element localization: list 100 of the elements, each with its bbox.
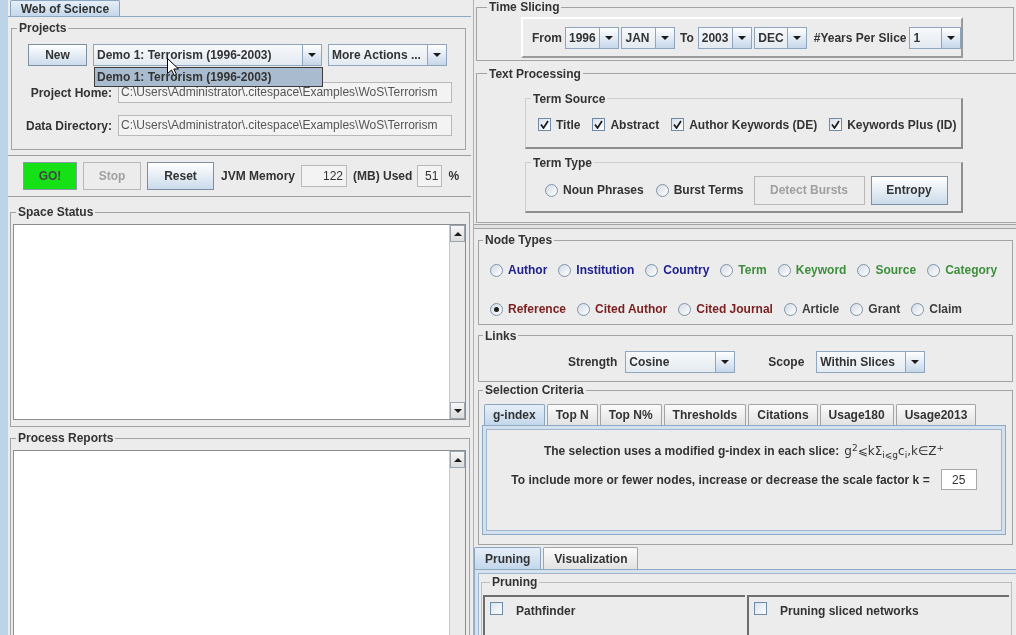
- tab[interactable]: Visualization: [543, 547, 639, 569]
- checkbox[interactable]: [538, 118, 551, 132]
- arrow-up-icon: [453, 457, 462, 462]
- checkbox[interactable]: [754, 602, 767, 615]
- checkmark-icon: [594, 120, 604, 130]
- scroll-up-button[interactable]: [450, 225, 465, 242]
- memory-field[interactable]: 122: [301, 165, 348, 187]
- radio-label[interactable]: Country: [663, 261, 710, 280]
- caret-icon: [308, 53, 316, 57]
- caret-icon: [605, 35, 614, 40]
- caret-icon: [792, 35, 801, 40]
- scale-factor-field[interactable]: 25: [940, 469, 977, 491]
- scale-factor-label: To include more or fewer nodes, increase or decrease the scale factor k =: [511, 471, 930, 489]
- radio-label[interactable]: Claim: [929, 300, 962, 319]
- field-label: From: [532, 29, 562, 47]
- field-label: %: [448, 168, 460, 185]
- caret-icon: [738, 35, 747, 40]
- radio-button[interactable]: [927, 263, 941, 277]
- years-per-slice-dropdown[interactable]: 1: [909, 26, 961, 49]
- radio-button[interactable]: [558, 263, 572, 277]
- arrow-down-icon: [453, 408, 462, 413]
- usage-field[interactable]: 51: [417, 165, 443, 187]
- vertical-scrollbar[interactable]: [449, 451, 465, 635]
- month-dropdown[interactable]: DEC: [754, 26, 807, 49]
- checkbox-label[interactable]: Title: [556, 115, 581, 134]
- radio-label[interactable]: Noun Phrases: [563, 181, 644, 200]
- caret-icon: [947, 35, 955, 40]
- checkmark-icon: [831, 120, 841, 130]
- radio-label[interactable]: Grant: [868, 300, 901, 319]
- radio-button[interactable]: [678, 302, 692, 316]
- radio-button[interactable]: [911, 302, 925, 316]
- tab[interactable]: Web of Science: [10, 0, 120, 16]
- radio-button[interactable]: [720, 263, 734, 277]
- radio-button[interactable]: [490, 263, 503, 277]
- group-title: Process Reports: [17, 431, 115, 445]
- radio-button[interactable]: [490, 302, 503, 316]
- dropdown-option[interactable]: Demo 1: Terrorism (1996-2003): [95, 68, 322, 86]
- entropy-button[interactable]: Entropy: [870, 175, 948, 205]
- tab[interactable]: Pruning: [474, 547, 542, 569]
- radio-button[interactable]: [777, 263, 791, 277]
- field-label: (MB) Used: [353, 168, 413, 185]
- vertical-scrollbar[interactable]: [449, 225, 465, 419]
- radio-button[interactable]: [783, 302, 797, 316]
- checkbox-label[interactable]: Pruning sliced networks: [780, 602, 919, 620]
- field-label: Data Directory:: [24, 117, 112, 135]
- radio-label[interactable]: Cited Author: [595, 300, 668, 319]
- year-dropdown[interactable]: 2003: [697, 26, 753, 49]
- selection-rule-text: The selection uses a modified g-index in each slice:: [543, 443, 840, 461]
- checkbox-label[interactable]: Pathfinder: [516, 602, 576, 620]
- radio-label[interactable]: Cited Journal: [696, 300, 773, 319]
- radio-button[interactable]: [577, 302, 591, 316]
- strength-dropdown[interactable]: Cosine: [625, 350, 736, 373]
- checkbox[interactable]: [490, 602, 503, 615]
- tab[interactable]: Usage180: [819, 404, 894, 426]
- radio-button[interactable]: [857, 263, 871, 277]
- field-label: JVM Memory: [221, 168, 296, 185]
- field-label: Strength: [568, 353, 618, 371]
- checkmark-icon: [540, 120, 549, 130]
- radio-button[interactable]: [545, 183, 558, 197]
- tab[interactable]: Top N%: [599, 404, 662, 426]
- caret-icon: [433, 53, 441, 57]
- tab[interactable]: Citations: [748, 404, 818, 426]
- scroll-up-button[interactable]: [450, 451, 465, 468]
- checkbox[interactable]: [592, 118, 606, 132]
- go-button[interactable]: GO!: [23, 162, 77, 190]
- radio-label[interactable]: Article: [801, 300, 840, 319]
- scope-dropdown[interactable]: Within Slices: [816, 350, 926, 373]
- radio-button[interactable]: [850, 302, 864, 316]
- formula-text: g$^{2}$⩽kΣ$_{i⩽g}$c$_{i}$,k∈Z$^{+}$: [844, 442, 945, 461]
- project-dropdown[interactable]: Demo 1: Terrorism (1996-2003): [93, 44, 322, 66]
- tab[interactable]: g-index: [484, 404, 545, 426]
- radio-label[interactable]: Reference: [508, 300, 567, 319]
- group-title: Projects: [18, 21, 68, 35]
- group-title: Text Processing: [488, 66, 582, 81]
- more-actions-dropdown[interactable]: More Actions ...: [328, 44, 447, 66]
- checkbox[interactable]: [829, 118, 843, 132]
- checkbox-label[interactable]: Author Keywords (DE): [689, 115, 818, 134]
- group-title: Pruning: [491, 575, 539, 589]
- year-dropdown[interactable]: 1996: [565, 26, 620, 49]
- checkbox-label[interactable]: Keywords Plus (ID): [847, 115, 957, 134]
- checkmark-icon: [673, 120, 683, 130]
- path-field[interactable]: C:\Users\Administrator\.citespace\Examples\WoS\Terrorism: [118, 115, 452, 136]
- radio-button[interactable]: [645, 263, 659, 277]
- month-dropdown[interactable]: JAN: [621, 26, 675, 49]
- reset-button[interactable]: Reset: [147, 162, 214, 190]
- field-label: To: [679, 29, 694, 47]
- tab[interactable]: Thresholds: [663, 404, 747, 426]
- group-title: Links: [484, 328, 518, 343]
- tab[interactable]: Usage2013: [895, 404, 977, 426]
- checkbox-label[interactable]: Abstract: [610, 115, 660, 134]
- tab[interactable]: Top N: [546, 404, 598, 426]
- radio-label[interactable]: Institution: [576, 261, 635, 280]
- new-button[interactable]: New: [28, 44, 87, 66]
- checkbox[interactable]: [671, 118, 685, 132]
- radio-button[interactable]: [655, 183, 669, 197]
- radio-label[interactable]: Author: [508, 261, 548, 280]
- radio-label[interactable]: Burst Terms: [673, 181, 744, 200]
- scroll-down-button[interactable]: [450, 402, 465, 419]
- field-label: Scope: [768, 353, 805, 371]
- field-label: Project Home:: [29, 84, 112, 102]
